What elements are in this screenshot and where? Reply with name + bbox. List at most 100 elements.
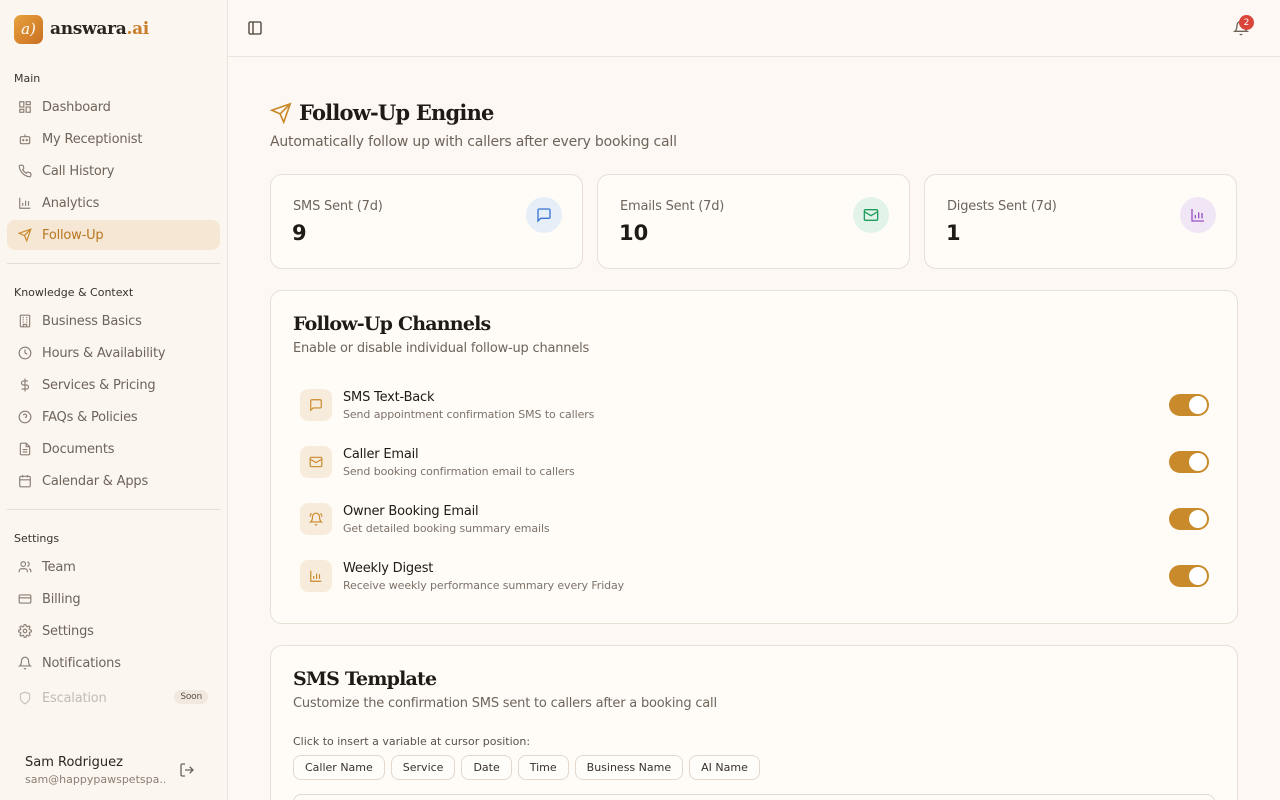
channel-description: Receive weekly performance summary every… (343, 579, 625, 592)
page-title: Follow-Up Engine (299, 100, 494, 125)
sidebar-item-follow-up[interactable]: Follow-Up (7, 220, 220, 250)
channels-title: Follow-Up Channels (293, 313, 491, 335)
section-label-main: Main (14, 72, 41, 85)
building-icon (18, 314, 32, 328)
variable-chip-time[interactable]: Time (517, 755, 569, 780)
page-header: Follow-Up Engine (270, 100, 494, 125)
sidebar-item-hours[interactable]: Hours & Availability (7, 338, 220, 368)
sidebar-item-team[interactable]: Team (7, 552, 220, 582)
variable-chip-date[interactable]: Date (461, 755, 512, 780)
bar-chart-icon (300, 560, 332, 592)
channel-row-owner-email: Owner Booking Email Get detailed booking… (300, 503, 1212, 543)
toggle-knob (1189, 396, 1207, 414)
channel-row-weekly-digest: Weekly Digest Receive weekly performance… (300, 560, 1212, 600)
file-icon (18, 442, 32, 456)
variable-chip-service[interactable]: Service (390, 755, 456, 780)
variable-chip-ai-name[interactable]: AI Name (689, 755, 760, 780)
channel-row-sms: SMS Text-Back Send appointment confirmat… (300, 389, 1212, 429)
variable-chip-caller-name[interactable]: Caller Name (293, 755, 385, 780)
brand-logo: a) (14, 14, 43, 44)
sidebar-item-label: Analytics (42, 195, 100, 211)
brand[interactable]: a) answara.ai (14, 14, 149, 44)
user-profile: Sam Rodriguez sam@happypawspetspa.... (25, 755, 165, 786)
topbar: 2 (228, 0, 1280, 57)
sidebar-item-calendar-apps[interactable]: Calendar & Apps (7, 466, 220, 496)
variable-chip-business-name[interactable]: Business Name (574, 755, 684, 780)
sidebar-item-services-pricing[interactable]: Services & Pricing (7, 370, 220, 400)
send-icon (270, 101, 292, 124)
mail-icon (853, 197, 889, 233)
sidebar-item-label: Documents (42, 441, 115, 457)
sidebar-item-label: Escalation (42, 690, 107, 706)
message-icon (300, 389, 332, 421)
sidebar-item-call-history[interactable]: Call History (7, 156, 220, 186)
stat-label: Emails Sent (7d) (620, 199, 725, 214)
sidebar-item-label: Call History (42, 163, 115, 179)
sidebar-item-label: Team (42, 559, 76, 575)
sms-template-title: SMS Template (293, 668, 437, 690)
stat-card-emails: Emails Sent (7d) 10 (597, 174, 910, 269)
stat-value: 9 (292, 221, 307, 245)
brand-name: answara.ai (50, 19, 149, 39)
channel-name: Owner Booking Email (343, 504, 479, 519)
sidebar-item-documents[interactable]: Documents (7, 434, 220, 464)
owner-email-toggle[interactable] (1169, 508, 1209, 530)
page-subtitle: Automatically follow up with callers aft… (270, 134, 677, 150)
user-email: sam@happypawspetspa.... (25, 773, 165, 786)
sms-template-textarea[interactable] (293, 794, 1215, 800)
variable-chips: Caller Name Service Date Time Business N… (293, 755, 766, 780)
caller-email-toggle[interactable] (1169, 451, 1209, 473)
dollar-icon (18, 378, 32, 392)
phone-icon (18, 164, 32, 178)
sidebar-divider (7, 263, 220, 264)
sidebar-item-dashboard[interactable]: Dashboard (7, 92, 220, 122)
sms-template-card: SMS Template Customize the confirmation … (270, 645, 1238, 800)
stat-label: Digests Sent (7d) (947, 199, 1057, 214)
channel-name: Weekly Digest (343, 561, 434, 576)
sidebar-item-label: Follow-Up (42, 227, 104, 243)
send-icon (18, 228, 32, 242)
message-icon (526, 197, 562, 233)
channel-name: Caller Email (343, 447, 419, 462)
sidebar-item-my-receptionist[interactable]: My Receptionist (7, 124, 220, 154)
channels-card: Follow-Up Channels Enable or disable ind… (270, 290, 1238, 624)
help-circle-icon (18, 410, 32, 424)
sidebar-item-settings[interactable]: Settings (7, 616, 220, 646)
bot-icon (18, 132, 32, 146)
toggle-knob (1189, 567, 1207, 585)
sms-template-subtitle: Customize the confirmation SMS sent to c… (293, 696, 717, 711)
sidebar: a) answara.ai Main Dashboard My Receptio… (0, 0, 228, 800)
sidebar-item-faqs[interactable]: FAQs & Policies (7, 402, 220, 432)
sidebar-item-business-basics[interactable]: Business Basics (7, 306, 220, 336)
stat-value: 10 (619, 221, 649, 245)
toggle-knob (1189, 510, 1207, 528)
toggle-knob (1189, 453, 1207, 471)
mail-icon (300, 446, 332, 478)
sidebar-item-label: FAQs & Policies (42, 409, 138, 425)
sidebar-item-label: Notifications (42, 655, 121, 671)
bell-icon (18, 656, 32, 670)
sidebar-item-label: Calendar & Apps (42, 473, 149, 489)
weekly-digest-toggle[interactable] (1169, 565, 1209, 587)
stat-card-digests: Digests Sent (7d) 1 (924, 174, 1237, 269)
logout-icon[interactable] (179, 762, 195, 778)
sidebar-item-analytics[interactable]: Analytics (7, 188, 220, 218)
sidebar-item-label: My Receptionist (42, 131, 143, 147)
sms-toggle[interactable] (1169, 394, 1209, 416)
sidebar-item-label: Hours & Availability (42, 345, 166, 361)
sidebar-item-billing[interactable]: Billing (7, 584, 220, 614)
sidebar-item-escalation: Escalation Soon (7, 683, 220, 713)
channel-description: Send booking confirmation email to calle… (343, 465, 575, 478)
panel-toggle-icon[interactable] (247, 20, 263, 36)
shield-icon (18, 691, 32, 705)
sidebar-item-notifications[interactable]: Notifications (7, 648, 220, 678)
variable-hint: Click to insert a variable at cursor pos… (293, 735, 531, 748)
sidebar-item-label: Business Basics (42, 313, 142, 329)
sidebar-item-label: Billing (42, 591, 81, 607)
notification-count-badge: 2 (1239, 15, 1254, 30)
user-name: Sam Rodriguez (25, 755, 123, 770)
channel-description: Send appointment confirmation SMS to cal… (343, 408, 595, 421)
calendar-icon (18, 474, 32, 488)
bar-chart-icon (18, 196, 32, 210)
sidebar-item-label: Dashboard (42, 99, 111, 115)
